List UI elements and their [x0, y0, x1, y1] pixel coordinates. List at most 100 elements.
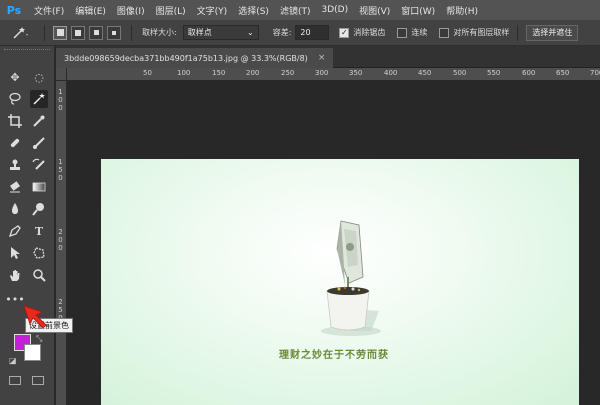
antialias-option[interactable]: ✓ 消除锯齿	[339, 27, 385, 38]
shape-tool-icon[interactable]	[30, 244, 48, 262]
brush-tool-icon[interactable]	[30, 134, 48, 152]
ruler-tick-label: 2	[58, 298, 63, 306]
ruler-tick-label: 5	[58, 166, 63, 174]
menu-layer[interactable]: 图层(L)	[156, 4, 186, 17]
lasso-tool-icon[interactable]	[6, 90, 24, 108]
subtract-selection-icon	[93, 30, 99, 35]
menu-window[interactable]: 窗口(W)	[401, 4, 435, 17]
magic-wand-icon	[13, 26, 28, 39]
add-selection-icon	[75, 29, 81, 36]
photoshop-logo: Ps	[6, 3, 22, 17]
history-brush-tool-icon[interactable]	[30, 156, 48, 174]
options-separator	[44, 24, 45, 41]
tolerance-value: 20	[300, 28, 311, 37]
add-to-selection-button[interactable]	[71, 25, 85, 40]
ruler-tick-label: 250	[281, 69, 295, 77]
screen-mode-icon[interactable]	[32, 376, 44, 385]
new-selection-icon	[56, 29, 64, 36]
document-tab[interactable]: 3bdde098659decba371bb490f1a75b13.jpg @ 3…	[56, 48, 334, 68]
ruler-tick-label: 300	[315, 69, 329, 77]
ruler-tick-label: 0	[58, 244, 63, 252]
document-tab-title: 3bdde098659decba371bb490f1a75b13.jpg @ 3…	[64, 53, 308, 63]
ruler-tick-label: 1	[58, 158, 63, 166]
intersect-selection-button[interactable]	[107, 25, 121, 40]
menu-help[interactable]: 帮助(H)	[446, 4, 478, 17]
subtract-from-selection-button[interactable]	[89, 25, 103, 40]
tolerance-label: 容差:	[272, 28, 292, 37]
artwork-caption: 理财之妙在于不劳而获	[279, 350, 389, 361]
all-layers-option[interactable]: 对所有图层取样	[439, 27, 509, 38]
ruler-tick-label: 550	[487, 69, 501, 77]
gradient-tool-icon[interactable]	[30, 178, 48, 196]
ruler-tick-label: 150	[212, 69, 226, 77]
zoom-tool-icon[interactable]	[30, 266, 48, 284]
ruler-tick-label: 100	[177, 69, 191, 77]
pen-tool-icon[interactable]	[6, 222, 24, 240]
ruler-tick-label: 600	[522, 69, 536, 77]
options-separator	[517, 24, 519, 41]
close-icon[interactable]: ×	[318, 53, 326, 63]
eraser-tool-icon[interactable]	[6, 178, 24, 196]
menu-file[interactable]: 文件(F)	[34, 4, 64, 17]
red-arrow-pointer-icon	[23, 305, 47, 329]
sample-size-value: 取样点	[187, 28, 212, 37]
menu-bar: Ps 文件(F) 编辑(E) 图像(I) 图层(L) 文字(Y) 选择(S) 滤…	[0, 0, 600, 20]
all-layers-checkbox[interactable]	[439, 27, 450, 38]
menu-3d[interactable]: 3D(D)	[321, 5, 348, 15]
background-color-swatch[interactable]	[24, 344, 41, 361]
contiguous-option[interactable]: 连续	[397, 27, 427, 38]
options-bar: 取样大小: 取样点 ⌄ 容差: 20 ✓ 消除锯齿 连续 对所有图层取样 选择并…	[0, 20, 600, 46]
sample-size-label: 取样大小:	[142, 28, 177, 37]
healing-brush-tool-icon[interactable]	[6, 134, 24, 152]
document-image[interactable]	[101, 159, 579, 405]
ruler-horizontal[interactable]: 50 100 150 200 250 300 350 400 450 500 5…	[67, 68, 600, 81]
options-separator	[131, 24, 132, 41]
path-selection-tool-icon[interactable]	[6, 244, 24, 262]
menu-image[interactable]: 图像(I)	[117, 4, 145, 17]
magic-wand-tool-icon[interactable]	[30, 90, 48, 108]
ruler-tick-label: 50	[143, 69, 152, 77]
menu-filter[interactable]: 滤镜(T)	[280, 4, 311, 17]
crop-tool-icon[interactable]	[6, 112, 24, 130]
blur-tool-icon[interactable]	[6, 200, 24, 218]
tools-panel: ✥ ◌ T ••• ⤡ ◪	[0, 46, 55, 405]
tool-preset-picker[interactable]	[0, 22, 40, 44]
ruler-tick-label: 400	[384, 69, 398, 77]
swap-colors-icon[interactable]: ⤡	[36, 334, 42, 344]
menu-type[interactable]: 文字(Y)	[197, 4, 228, 17]
ruler-tick-label: 700	[590, 69, 600, 77]
ruler-corner[interactable]	[56, 68, 67, 81]
panel-grip[interactable]	[4, 49, 50, 53]
select-and-mask-button[interactable]: 选择并遮住	[526, 24, 579, 41]
ruler-tick-label: 500	[453, 69, 467, 77]
ruler-tick-label: 450	[418, 69, 432, 77]
ruler-tick-label: 0	[58, 174, 63, 182]
menu-edit[interactable]: 编辑(E)	[75, 4, 106, 17]
type-tool-icon[interactable]: T	[30, 222, 48, 240]
sample-size-select[interactable]: 取样点 ⌄	[182, 25, 259, 40]
move-tool-icon[interactable]: ✥	[6, 68, 24, 86]
contiguous-label: 连续	[411, 28, 428, 37]
ruler-tick-label: 0	[58, 104, 63, 112]
contiguous-checkbox[interactable]	[397, 27, 408, 38]
ruler-vertical[interactable]: 1 0 0 1 5 0 2 0 0 2 5 0	[56, 81, 67, 405]
marquee-tool-icon[interactable]: ◌	[30, 68, 48, 86]
antialias-checkbox[interactable]: ✓	[339, 27, 350, 38]
intersect-selection-icon	[112, 30, 116, 35]
all-layers-label: 对所有图层取样	[453, 28, 510, 37]
ruler-tick-label: 650	[556, 69, 570, 77]
new-selection-button[interactable]	[53, 25, 67, 40]
default-colors-icon[interactable]: ◪	[9, 356, 17, 365]
ruler-tick-label: 1	[58, 88, 63, 96]
tolerance-input[interactable]: 20	[295, 25, 330, 40]
menu-view[interactable]: 视图(V)	[359, 4, 390, 17]
antialias-label: 消除锯齿	[353, 28, 386, 37]
document-tab-bar: 3bdde098659decba371bb490f1a75b13.jpg @ 3…	[56, 46, 600, 68]
quick-mask-icon[interactable]	[9, 376, 21, 385]
ruler-tick-label: 2	[58, 228, 63, 236]
eyedropper-tool-icon[interactable]	[30, 112, 48, 130]
dodge-tool-icon[interactable]	[30, 200, 48, 218]
menu-select[interactable]: 选择(S)	[238, 4, 269, 17]
clone-stamp-tool-icon[interactable]	[6, 156, 24, 174]
hand-tool-icon[interactable]	[6, 266, 24, 284]
